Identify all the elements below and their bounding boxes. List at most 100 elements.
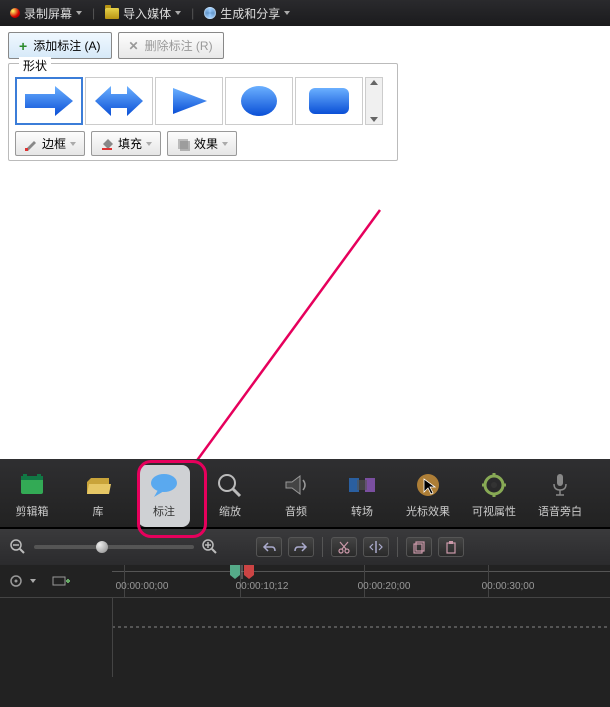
shape-arrow-double[interactable] bbox=[85, 77, 153, 125]
tab-label: 库 bbox=[93, 503, 104, 519]
arrow-right-icon bbox=[21, 84, 77, 118]
circle-icon bbox=[231, 84, 287, 118]
zoom-icon bbox=[213, 471, 247, 499]
timeline-tracks[interactable] bbox=[0, 597, 610, 677]
shape-rounded-rect[interactable] bbox=[295, 77, 363, 125]
scroll-up-icon bbox=[370, 80, 378, 85]
shape-fieldset: 形状 边框 bbox=[8, 63, 398, 161]
fill-button[interactable]: 填充 bbox=[91, 131, 161, 156]
tab-label: 标注 bbox=[153, 503, 175, 519]
arrow-double-icon bbox=[91, 84, 147, 118]
annotation-arrow-icon bbox=[180, 200, 400, 500]
record-label: 录制屏幕 bbox=[24, 5, 72, 22]
tab-clipbin[interactable]: 剪辑箱 bbox=[6, 465, 58, 527]
tab-label: 音频 bbox=[285, 503, 307, 519]
menu-separator: | bbox=[189, 6, 196, 20]
tab-callouts[interactable]: 标注 bbox=[138, 465, 190, 527]
chevron-down-icon bbox=[76, 11, 82, 15]
split-button[interactable] bbox=[363, 537, 389, 557]
bucket-icon bbox=[100, 137, 114, 151]
playhead[interactable] bbox=[230, 565, 254, 579]
import-media-menu[interactable]: 导入媒体 bbox=[101, 5, 185, 22]
record-icon bbox=[10, 8, 20, 18]
audio-icon bbox=[279, 471, 313, 499]
tab-zoom[interactable]: 缩放 bbox=[204, 465, 256, 527]
shape-legend: 形状 bbox=[19, 57, 51, 74]
shape-circle[interactable] bbox=[225, 77, 293, 125]
tab-label: 光标效果 bbox=[406, 503, 450, 519]
import-label: 导入媒体 bbox=[123, 5, 171, 22]
chevron-down-icon bbox=[146, 142, 152, 146]
disc-icon bbox=[204, 7, 216, 19]
time-mark: 00:00:00;00 bbox=[116, 581, 169, 592]
scroll-down-icon bbox=[370, 117, 378, 122]
timeline: 00:00:00;00 00:00:10;12 00:00:20;00 00:0… bbox=[0, 565, 610, 707]
chevron-down-icon bbox=[175, 11, 181, 15]
copy-button[interactable] bbox=[406, 537, 432, 557]
tab-visual-properties[interactable]: 可视属性 bbox=[468, 465, 520, 527]
cursor-icon bbox=[411, 471, 445, 499]
effect-icon bbox=[176, 137, 190, 151]
produce-label: 生成和分享 bbox=[220, 5, 280, 22]
triangle-right-icon bbox=[161, 84, 217, 118]
tab-audio[interactable]: 音频 bbox=[270, 465, 322, 527]
effect-button[interactable]: 效果 bbox=[167, 131, 237, 156]
effect-label: 效果 bbox=[194, 135, 218, 152]
tab-label: 剪辑箱 bbox=[16, 503, 49, 519]
editor-tab-row: 剪辑箱 库 标注 缩放 音频 转场 光标效果 可视属性 bbox=[0, 459, 610, 527]
tab-transitions[interactable]: 转场 bbox=[336, 465, 388, 527]
zoom-slider[interactable] bbox=[34, 545, 194, 549]
record-screen-menu[interactable]: 录制屏幕 bbox=[6, 5, 86, 22]
library-icon bbox=[81, 471, 115, 499]
folder-icon bbox=[105, 8, 119, 19]
bottom-panel: 剪辑箱 库 标注 缩放 音频 转场 光标效果 可视属性 bbox=[0, 459, 610, 706]
chevron-down-icon bbox=[222, 142, 228, 146]
tab-library[interactable]: 库 bbox=[72, 465, 124, 527]
tab-label: 缩放 bbox=[219, 503, 241, 519]
fill-label: 填充 bbox=[118, 135, 142, 152]
zoom-in-icon[interactable] bbox=[202, 539, 218, 555]
paste-button[interactable] bbox=[438, 537, 464, 557]
remove-callout-label: 删除标注 (R) bbox=[145, 37, 213, 54]
timeline-toolbar bbox=[0, 529, 610, 565]
chevron-down-icon[interactable] bbox=[30, 579, 36, 583]
remove-callout-button[interactable]: ✕ 删除标注 (R) bbox=[118, 32, 224, 59]
border-label: 边框 bbox=[42, 135, 66, 152]
zoom-out-icon[interactable] bbox=[10, 539, 26, 555]
add-callout-button[interactable]: + 添加标注 (A) bbox=[8, 32, 112, 59]
produce-share-menu[interactable]: 生成和分享 bbox=[200, 5, 294, 22]
callout-panel: + 添加标注 (A) ✕ 删除标注 (R) 形状 bbox=[0, 26, 610, 171]
add-callout-label: 添加标注 (A) bbox=[33, 37, 100, 54]
time-mark: 00:00:10;12 bbox=[236, 581, 289, 592]
time-mark: 00:00:20;00 bbox=[358, 581, 411, 592]
transition-icon bbox=[345, 471, 379, 499]
border-button[interactable]: 边框 bbox=[15, 131, 85, 156]
plus-icon: + bbox=[19, 38, 27, 54]
tab-label: 可视属性 bbox=[472, 503, 516, 519]
chevron-down-icon bbox=[70, 142, 76, 146]
time-mark: 00:00:30;00 bbox=[482, 581, 535, 592]
tab-label: 语音旁白 bbox=[538, 503, 582, 519]
cut-button[interactable] bbox=[331, 537, 357, 557]
undo-button[interactable] bbox=[256, 537, 282, 557]
slider-knob[interactable] bbox=[96, 541, 108, 553]
redo-button[interactable] bbox=[288, 537, 314, 557]
rounded-rect-icon bbox=[301, 84, 357, 118]
microphone-icon bbox=[543, 471, 577, 499]
gear-icon[interactable] bbox=[8, 573, 24, 589]
tab-cursor-effects[interactable]: 光标效果 bbox=[402, 465, 454, 527]
shape-arrow-right[interactable] bbox=[15, 77, 83, 125]
timeline-left-controls bbox=[0, 573, 112, 589]
pencil-icon bbox=[24, 137, 38, 151]
tab-narration[interactable]: 语音旁白 bbox=[534, 465, 586, 527]
callout-icon bbox=[147, 471, 181, 499]
shape-scrollbar[interactable] bbox=[365, 77, 383, 125]
main-menubar: 录制屏幕 | 导入媒体 | 生成和分享 bbox=[0, 0, 610, 26]
shape-triangle-right[interactable] bbox=[155, 77, 223, 125]
tab-label: 转场 bbox=[351, 503, 373, 519]
clipbin-icon bbox=[15, 471, 49, 499]
menu-separator: | bbox=[90, 6, 97, 20]
chevron-down-icon bbox=[284, 11, 290, 15]
add-track-button[interactable] bbox=[52, 574, 70, 588]
timeline-ruler[interactable]: 00:00:00;00 00:00:10;12 00:00:20;00 00:0… bbox=[112, 565, 610, 597]
